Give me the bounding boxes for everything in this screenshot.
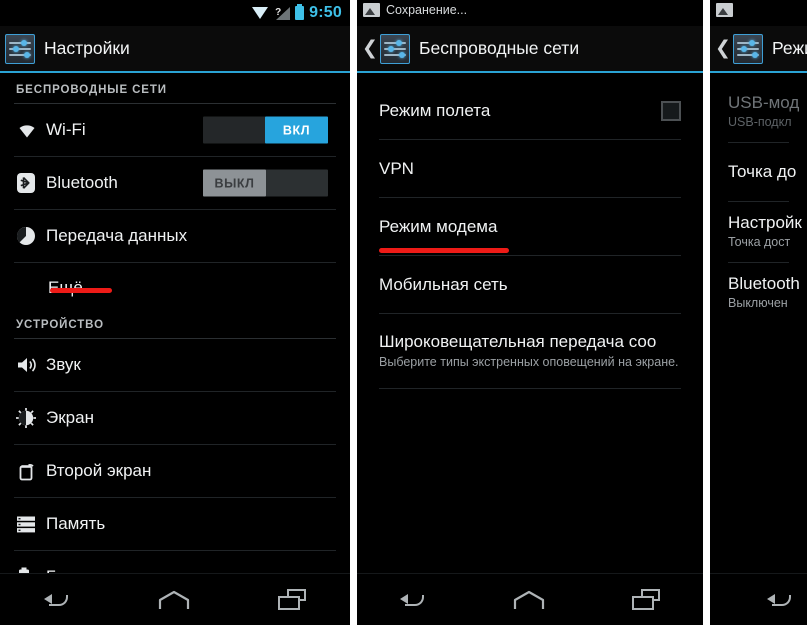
home-icon[interactable] (513, 590, 545, 610)
list-item-hotspot-settings[interactable]: Настройк Точка дост (710, 202, 807, 262)
panel-settings-main: ? 9:50 Настройки БЕСПРОВОДНЫЕ СЕТИ Wi-Fi… (0, 0, 350, 625)
list-item-label: Широковещательная передача соо (379, 331, 657, 351)
back-icon[interactable] (767, 591, 793, 609)
photo-icon (716, 3, 733, 17)
action-bar-tethering: ❮ Режим (710, 26, 807, 73)
status-bar: ? 9:50 (0, 0, 350, 26)
annotation-underline-more (50, 288, 112, 293)
airplane-mode-checkbox[interactable] (661, 100, 681, 121)
wifi-toggle-label: ВКЛ (265, 116, 328, 144)
list-item-airplane-mode[interactable]: Режим полета (357, 82, 703, 139)
list-item-mobile-network[interactable]: Мобильная сеть (357, 256, 703, 313)
status-bar (710, 0, 807, 26)
section-header-wireless: БЕСПРОВОДНЫЕ СЕТИ (16, 84, 167, 96)
sidebar-item-label: Память (46, 514, 106, 533)
list-item-vpn[interactable]: VPN (357, 140, 703, 197)
sidebar-item-bluetooth[interactable]: Bluetooth ВЫКЛ (0, 157, 350, 209)
list-item-label: Режим полета (379, 100, 491, 120)
list-item-tethering[interactable]: Режим модема (357, 198, 703, 255)
list-item-sublabel: Выключен (728, 296, 788, 311)
list-item-label: USB-мод (728, 93, 800, 113)
bluetooth-toggle[interactable]: ВЫКЛ (203, 169, 328, 197)
list-item-cell-broadcast[interactable]: Широковещательная передача соо Выберите … (357, 314, 703, 388)
page-title: Беспроводные сети (419, 38, 580, 58)
data-usage-icon (16, 226, 46, 246)
wifi-icon (16, 122, 46, 139)
notification-text: Сохранение... (386, 3, 468, 17)
list-item-label: Режим модема (379, 216, 498, 236)
chevron-left-icon[interactable]: ❮ (362, 39, 378, 58)
list-item-bluetooth-tethering[interactable]: Bluetooth Выключен (710, 263, 807, 323)
sidebar-item-label: Звук (46, 355, 81, 374)
action-bar-wireless: ❮ Беспроводные сети (357, 26, 703, 73)
list-item-sublabel: Выберите типы экстренных оповещений на э… (379, 354, 679, 369)
sidebar-item-data-usage[interactable]: Передача данных (0, 210, 350, 262)
wifi-toggle[interactable]: ВКЛ (203, 116, 328, 144)
sidebar-item-label: Bluetooth (46, 173, 118, 192)
status-time: 9:50 (309, 4, 342, 21)
list-item-label: Bluetooth (728, 274, 800, 294)
list-item-usb-tethering: USB-мод USB-подкл (710, 82, 807, 142)
settings-icon (733, 33, 763, 64)
list-item-label: Точка до (728, 162, 797, 181)
page-title: Режим (772, 38, 807, 58)
signal-badge: ? (275, 7, 282, 18)
bluetooth-toggle-label: ВЫКЛ (203, 169, 266, 197)
list-item-sublabel: USB-подкл (728, 115, 792, 130)
list-item-label: Настройк (728, 213, 802, 233)
panel-wireless-networks: Сохранение... ❮ Беспроводные сети Режим … (357, 0, 703, 625)
bluetooth-icon (16, 172, 46, 194)
notification-area (716, 3, 733, 17)
home-icon[interactable] (158, 590, 190, 610)
section-header-device: УСТРОЙСТВО (16, 319, 104, 331)
status-bar: Сохранение... (357, 0, 703, 26)
photo-icon (363, 3, 380, 17)
sidebar-item-wifi[interactable]: Wi-Fi ВКЛ (0, 104, 350, 156)
settings-icon (380, 33, 410, 64)
page-title: Настройки (44, 38, 130, 58)
chevron-left-icon[interactable]: ❮ (715, 39, 731, 58)
navigation-bar (0, 573, 350, 625)
storage-icon (16, 516, 46, 533)
sidebar-item-label: Экран (46, 408, 94, 427)
list-item-label: VPN (379, 158, 414, 178)
screenshot-root: ? 9:50 Настройки БЕСПРОВОДНЫЕ СЕТИ Wi-Fi… (0, 0, 807, 625)
settings-icon (5, 33, 35, 64)
settings-list: БЕСПРОВОДНЫЕ СЕТИ Wi-Fi ВКЛ Bluetooth ВЫ… (0, 73, 350, 604)
back-icon[interactable] (400, 591, 426, 609)
divider (379, 388, 681, 389)
sidebar-item-second-screen[interactable]: Второй экран (0, 445, 350, 497)
wifi-icon (252, 7, 269, 19)
sidebar-item-display[interactable]: Экран (0, 392, 350, 444)
sidebar-item-label: Wi-Fi (46, 120, 86, 139)
list-item-hotspot[interactable]: Точка до (710, 143, 807, 201)
display-icon (16, 408, 46, 428)
sidebar-item-label: Второй экран (46, 461, 152, 480)
notification-area: Сохранение... (363, 3, 467, 17)
annotation-underline-tethering (379, 248, 509, 253)
sidebar-item-label: Передача данных (46, 226, 188, 245)
second-screen-icon (16, 461, 46, 482)
back-icon[interactable] (44, 591, 70, 609)
panel-tethering: ❮ Режим USB-мод USB-подкл Точка до Настр… (710, 0, 807, 625)
recents-icon[interactable] (631, 589, 660, 610)
battery-icon (295, 4, 305, 20)
navigation-bar (710, 573, 807, 625)
wireless-list: Режим полета VPN Режим модема Мобильная … (357, 73, 703, 389)
list-item-sublabel: Точка дост (728, 235, 791, 250)
list-item-label: Мобильная сеть (379, 274, 508, 294)
sidebar-item-storage[interactable]: Память (0, 498, 350, 550)
action-bar-settings: Настройки (0, 26, 350, 73)
sidebar-item-sound[interactable]: Звук (0, 339, 350, 391)
tethering-list: USB-мод USB-подкл Точка до Настройк Точк… (710, 73, 807, 323)
signal-icon: ? (274, 6, 291, 20)
sound-icon (16, 356, 46, 374)
navigation-bar (357, 573, 703, 625)
recents-icon[interactable] (278, 589, 306, 610)
